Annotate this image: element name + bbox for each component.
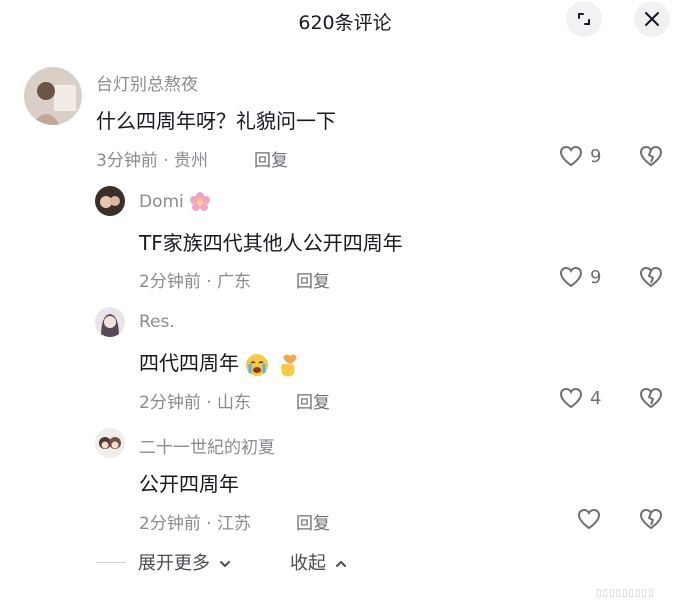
dislike-button[interactable] (638, 385, 664, 415)
comment-meta: 2分钟前 · 山东 (139, 393, 252, 413)
broken-heart-icon (639, 145, 663, 167)
user-avatar-image (95, 428, 125, 458)
collapse-replies-button[interactable]: 收起 (290, 549, 348, 575)
comment-text: 公开四周年 (139, 472, 239, 496)
expand-corner-icon (578, 13, 590, 25)
dislike-button[interactable] (638, 506, 664, 536)
chevron-up-icon (335, 560, 346, 567)
close-button[interactable] (634, 1, 670, 37)
dislike-button[interactable] (638, 143, 664, 173)
comment-meta: 3分钟前 · 贵州 (96, 151, 209, 171)
avatar[interactable] (95, 307, 125, 337)
expand-more-replies-button[interactable]: 展开更多 (138, 549, 232, 575)
broken-heart-icon (639, 266, 663, 288)
crying-face-icon (246, 353, 269, 376)
like-count: 9 (590, 266, 602, 288)
comment-text: 四代四周年 (139, 347, 300, 378)
reply-button[interactable]: 回复 (296, 509, 330, 534)
reply-button[interactable]: 回复 (296, 267, 330, 292)
chevron-down-icon (219, 561, 230, 568)
heart-icon (559, 387, 583, 409)
comment-username[interactable]: 台灯别总熬夜 (96, 70, 198, 95)
user-avatar-image (24, 67, 82, 125)
like-button[interactable] (576, 506, 602, 532)
like-count: 4 (590, 387, 602, 409)
heart-icon (559, 266, 583, 288)
divider (96, 562, 126, 563)
expand-button[interactable] (566, 1, 602, 37)
like-button[interactable]: 4 (558, 385, 601, 411)
comment-username[interactable]: Res. (139, 312, 175, 332)
avatar[interactable] (95, 428, 125, 458)
comment-username[interactable]: 二十一世紀的初夏 (139, 433, 275, 458)
heart-icon (577, 508, 601, 530)
close-icon (645, 12, 659, 26)
dislike-button[interactable] (638, 264, 664, 294)
watermark: ▯▯▯▯▯▯▯▯▯ (596, 588, 655, 599)
broken-heart-icon (639, 387, 663, 409)
reply-button[interactable]: 回复 (296, 388, 330, 413)
expand-more-label: 展开更多 (138, 553, 210, 574)
comment-text-body: 四代四周年 (139, 351, 239, 375)
like-button[interactable]: 9 (558, 143, 601, 169)
finger-heart-icon (280, 354, 297, 376)
like-count: 9 (590, 145, 602, 167)
comment-text: TF家族四代其他人公开四周年 (139, 231, 403, 255)
comment-text: 什么四周年呀？礼貌问一下 (96, 109, 336, 133)
username-text: Domi (139, 192, 184, 212)
avatar[interactable] (95, 186, 125, 216)
comment-meta: 2分钟前 · 广东 (139, 272, 252, 292)
user-avatar-image (95, 186, 125, 216)
heart-icon (559, 145, 583, 167)
comment-username[interactable]: Domi (139, 191, 211, 213)
comment-meta: 2分钟前 · 江苏 (139, 514, 252, 534)
like-button[interactable]: 9 (558, 264, 601, 290)
collapse-label: 收起 (290, 553, 326, 574)
user-avatar-image (95, 307, 125, 337)
reply-button[interactable]: 回复 (254, 146, 288, 171)
broken-heart-icon (639, 508, 663, 530)
comments-header: 620条评论 (0, 0, 690, 40)
avatar[interactable] (24, 67, 82, 125)
cherry-blossom-icon (190, 192, 211, 211)
